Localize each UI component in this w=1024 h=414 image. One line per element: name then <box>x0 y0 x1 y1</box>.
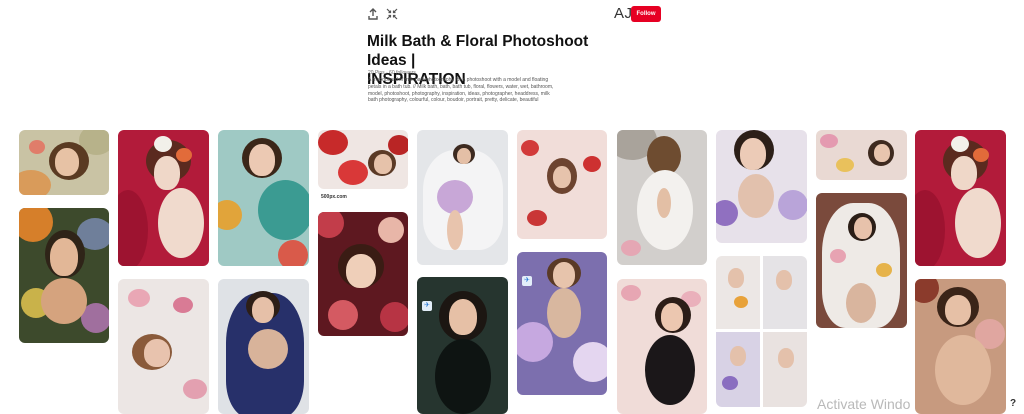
pin-image-purple-lips-milk[interactable] <box>716 130 807 243</box>
pin-image-blue-bathtub[interactable] <box>218 279 309 414</box>
pin-image-collage-grid[interactable] <box>716 256 807 407</box>
pin-image-white-tub-legs[interactable] <box>417 130 508 265</box>
description-line: model, photoshoot, photography, inspirat… <box>368 90 550 97</box>
pin-image-floral-face[interactable] <box>19 208 109 343</box>
pin-image-milk-bath-portrait[interactable] <box>19 130 109 195</box>
help-question-icon[interactable]: ? <box>1010 398 1016 409</box>
description-line: A moodboard of milk bath photography for… <box>368 77 549 83</box>
compress-arrows-icon[interactable] <box>385 7 399 21</box>
description-line: petals in a bath tub. // Milk bath, bath… <box>368 83 554 90</box>
pin-share-icon[interactable]: ✈ <box>522 276 532 286</box>
pin-image-red-petals-headdress[interactable] <box>118 130 209 266</box>
pin-image-roses-closeup[interactable] <box>318 212 408 336</box>
pin-share-icon[interactable]: ✈ <box>422 301 432 311</box>
board-owner-avatar-initials[interactable]: AJ <box>614 5 633 22</box>
pin-image-top-down-petals[interactable] <box>517 130 607 239</box>
pin-image-petals-skin[interactable] <box>915 279 1006 414</box>
pin-image-milk-reclining-wide[interactable] <box>816 130 907 180</box>
pin-image-white-dress-back[interactable] <box>617 130 707 265</box>
pin-image-turquoise-floral[interactable] <box>218 130 309 266</box>
pin-image-purple-flowers[interactable]: ✈ <box>517 252 607 395</box>
follow-button[interactable]: Follow <box>631 6 661 22</box>
board-title-line-1: Milk Bath & Floral Photoshoot Ideas | <box>367 33 589 69</box>
pin-image-dark-lace[interactable]: ✈ <box>417 277 508 414</box>
pin-image-copper-tub[interactable] <box>816 193 907 328</box>
pin-image-red-petals-milk[interactable] <box>318 130 408 189</box>
board-description: A moodboard of milk bath photography for… <box>368 77 568 104</box>
pin-image-milk-petals-reclining[interactable] <box>118 279 209 414</box>
pin-source-caption[interactable]: 500px.com <box>321 194 347 200</box>
pin-image-red-petals-headdress-repeat[interactable] <box>915 130 1006 266</box>
description-line: bath photography, colourful, colour, bou… <box>368 97 539 104</box>
pin-image-black-lace-petals[interactable] <box>617 279 707 414</box>
board-stats: 20 Pins · 60 followers <box>368 70 416 76</box>
windows-activation-watermark: Activate Windo <box>817 396 911 412</box>
upload-share-icon[interactable] <box>366 7 380 21</box>
